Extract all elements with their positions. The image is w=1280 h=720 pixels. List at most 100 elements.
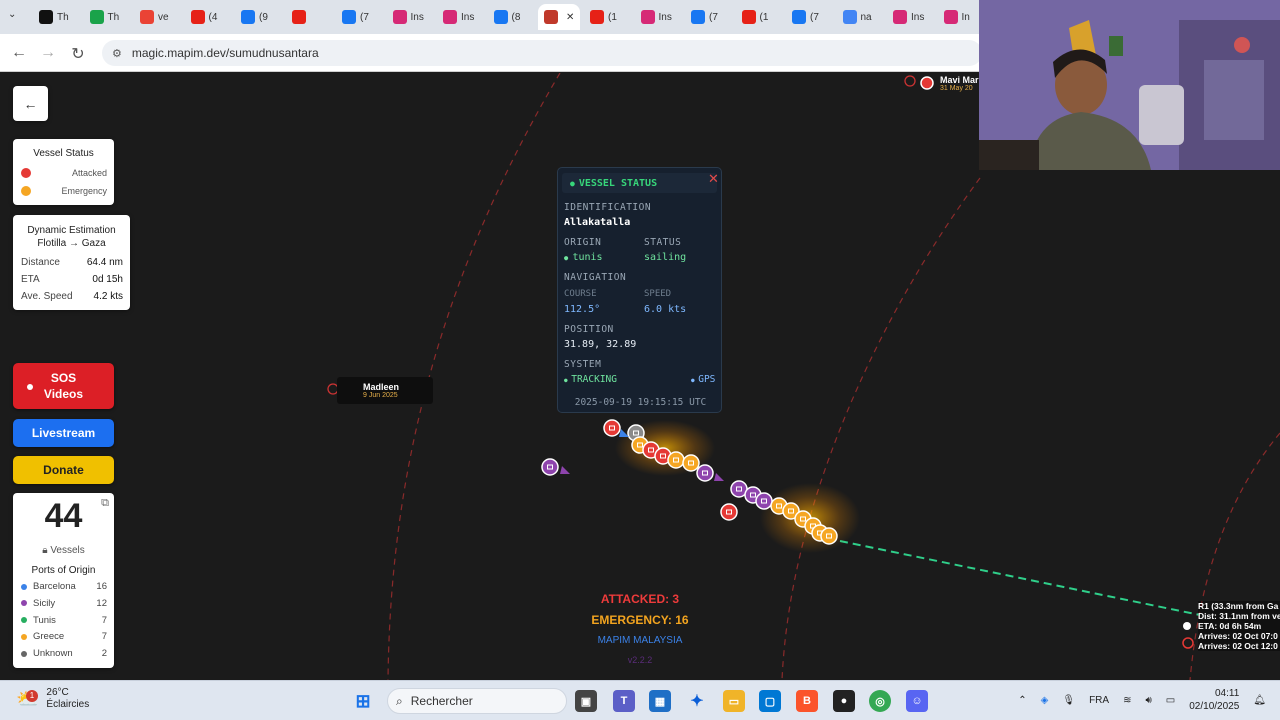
sos-videos-button[interactable]: SOS Videos <box>13 363 114 409</box>
tab-label: na <box>860 11 872 23</box>
browser-tab[interactable]: (4 <box>185 4 234 30</box>
microphone-icon[interactable]: 🎙︎ <box>1062 695 1075 706</box>
identification-label: IDENTIFICATION <box>564 202 652 213</box>
r1-line: ETA: 0d 6h 54m <box>1198 621 1262 631</box>
vessel-marker[interactable] <box>820 527 838 545</box>
port-name: Unknown <box>33 648 73 660</box>
browser-tab[interactable]: Ins <box>437 4 486 30</box>
webcam-overlay <box>979 0 1280 170</box>
youtube-icon <box>190 10 205 24</box>
port-dot-icon <box>21 633 27 640</box>
browser-tab[interactable]: Ins <box>387 4 436 30</box>
tab-label: (1 <box>608 11 617 23</box>
chrome-icon[interactable]: ◎ <box>869 690 891 712</box>
gmail-icon <box>140 10 154 24</box>
weather-widget[interactable]: ⛅ 1 26°C Éclaircies <box>16 687 89 711</box>
back-arrow-icon[interactable]: ← <box>10 44 28 62</box>
browser-tab[interactable]: (7 <box>786 4 835 30</box>
browser-tab[interactable]: (7 <box>685 4 734 30</box>
security-icon[interactable]: ◈ <box>1041 695 1049 706</box>
vessel-marker[interactable] <box>682 454 700 472</box>
browser-tab[interactable]: Ins <box>887 4 936 30</box>
port-dot-icon <box>21 583 27 590</box>
port-count: 7 <box>101 614 107 626</box>
vessel-marker[interactable] <box>755 492 773 510</box>
browser-tab[interactable]: Th <box>33 4 82 30</box>
port-name: Barcelona <box>33 581 76 592</box>
discord-icon[interactable]: ☺ <box>906 690 928 712</box>
instagram-icon <box>640 10 655 24</box>
dropbox-icon[interactable]: ✦ <box>686 690 708 712</box>
forward-arrow-icon[interactable]: → <box>39 44 57 62</box>
obs-icon[interactable]: ● <box>833 690 855 712</box>
vessel-marker[interactable] <box>696 464 714 482</box>
facebook-icon <box>691 10 705 24</box>
reload-icon[interactable]: ↻ <box>69 44 87 64</box>
vessel-marker[interactable] <box>541 458 559 476</box>
legend-label: Attacked <box>71 168 107 178</box>
browser-tab[interactable]: ✕ <box>538 4 580 30</box>
port-dot-icon <box>21 617 27 624</box>
popup-header: ● VESSEL STATUS <box>562 173 717 193</box>
status-value: sailing <box>644 252 687 263</box>
browser-tab[interactable]: (9 <box>235 4 284 30</box>
back-button[interactable]: ← <box>13 86 48 121</box>
browser-tab[interactable] <box>286 4 335 30</box>
system-tray: ⌃ ◈ 🎙︎ FRA ≋ 🔊︎ ▭ 04:11 02/10/2025 🔔︎ <box>1018 687 1266 713</box>
donate-button[interactable]: Donate <box>13 456 114 484</box>
tab-search-icon[interactable]: ⌄ <box>8 9 16 20</box>
vessels-summary-card: ⧉ 44 🔒︎ Vessels Ports of Origin Barcelon… <box>13 493 114 668</box>
estimation-label: Distance <box>21 257 60 268</box>
videos-label: Videos <box>43 387 84 401</box>
tab-label: (9 <box>259 11 268 23</box>
vessel-marker[interactable] <box>603 419 621 437</box>
tab-label: (4 <box>208 11 218 23</box>
notifications-icon[interactable]: 🔔︎ <box>1253 695 1266 706</box>
battery-icon[interactable]: ▭ <box>1166 695 1175 706</box>
tab-label: In <box>961 11 970 23</box>
weather-icon: ⛅ 1 <box>16 690 38 708</box>
task-view-icon[interactable]: ▣ <box>575 690 597 712</box>
chevron-up-icon[interactable]: ⌃ <box>1018 695 1026 706</box>
vessel-marker[interactable] <box>720 503 738 521</box>
mavi-marmara-label[interactable]: Mavi Mar 31 May 20 <box>940 75 979 92</box>
browser-tab[interactable]: Ins <box>635 4 684 30</box>
file-explorer-icon[interactable]: ▭ <box>723 690 745 712</box>
windows-start-icon[interactable]: ⊞ <box>352 690 374 712</box>
store-icon[interactable]: ▦ <box>649 690 671 712</box>
popup-timestamp: 2025-09-19 19:15:15 UTC <box>574 397 707 408</box>
taskbar-search[interactable]: ⌕ Rechercher <box>387 688 567 714</box>
url-bar[interactable]: ⚙ magic.mapim.dev/sumudnusantara <box>102 40 982 66</box>
language-indicator[interactable]: FRA <box>1089 695 1109 706</box>
browser-tab[interactable]: ve <box>134 4 183 30</box>
status-dot-icon: ● <box>570 178 575 188</box>
vessels-label: Vessels <box>50 545 85 556</box>
tab-label: (1 <box>759 11 769 23</box>
close-tab-icon[interactable]: ✕ <box>566 12 574 23</box>
browser-tab[interactable]: (1 <box>736 4 785 30</box>
clock[interactable]: 04:11 02/10/2025 <box>1189 687 1239 713</box>
site-info-icon[interactable]: ⚙ <box>112 47 122 60</box>
port-row: Greece 7 <box>21 631 107 642</box>
madleen-label[interactable]: Madleen 9 Jun 2025 <box>337 377 434 404</box>
estimation-value: 64.4 nm <box>86 257 123 268</box>
browser-tab[interactable]: (7 <box>336 4 385 30</box>
record-dot-icon <box>27 384 33 390</box>
wifi-icon[interactable]: ≋ <box>1123 695 1131 706</box>
browser-tab[interactable]: (1 <box>584 4 633 30</box>
remote-desktop-icon[interactable]: ▢ <box>759 690 781 712</box>
vessel-marker[interactable] <box>667 451 685 469</box>
close-icon[interactable]: ✕ <box>708 172 719 187</box>
r1-line: Arrives: 02 Oct 07:0 <box>1198 631 1278 641</box>
port-count: 16 <box>96 581 107 592</box>
estimation-row-speed: Ave. Speed 4.2 kts <box>21 291 123 302</box>
browser-tab[interactable]: (8 <box>488 4 537 30</box>
brave-icon[interactable]: B <box>796 690 818 712</box>
attacked-dot-icon <box>21 168 31 178</box>
teams-icon[interactable]: T <box>613 690 635 712</box>
livestream-button[interactable]: Livestream <box>13 419 114 447</box>
browser-tab[interactable]: Th <box>84 4 133 30</box>
volume-icon[interactable]: 🔊︎ <box>1145 695 1151 706</box>
port-dot-icon <box>21 600 27 607</box>
browser-tab[interactable]: na <box>837 4 886 30</box>
